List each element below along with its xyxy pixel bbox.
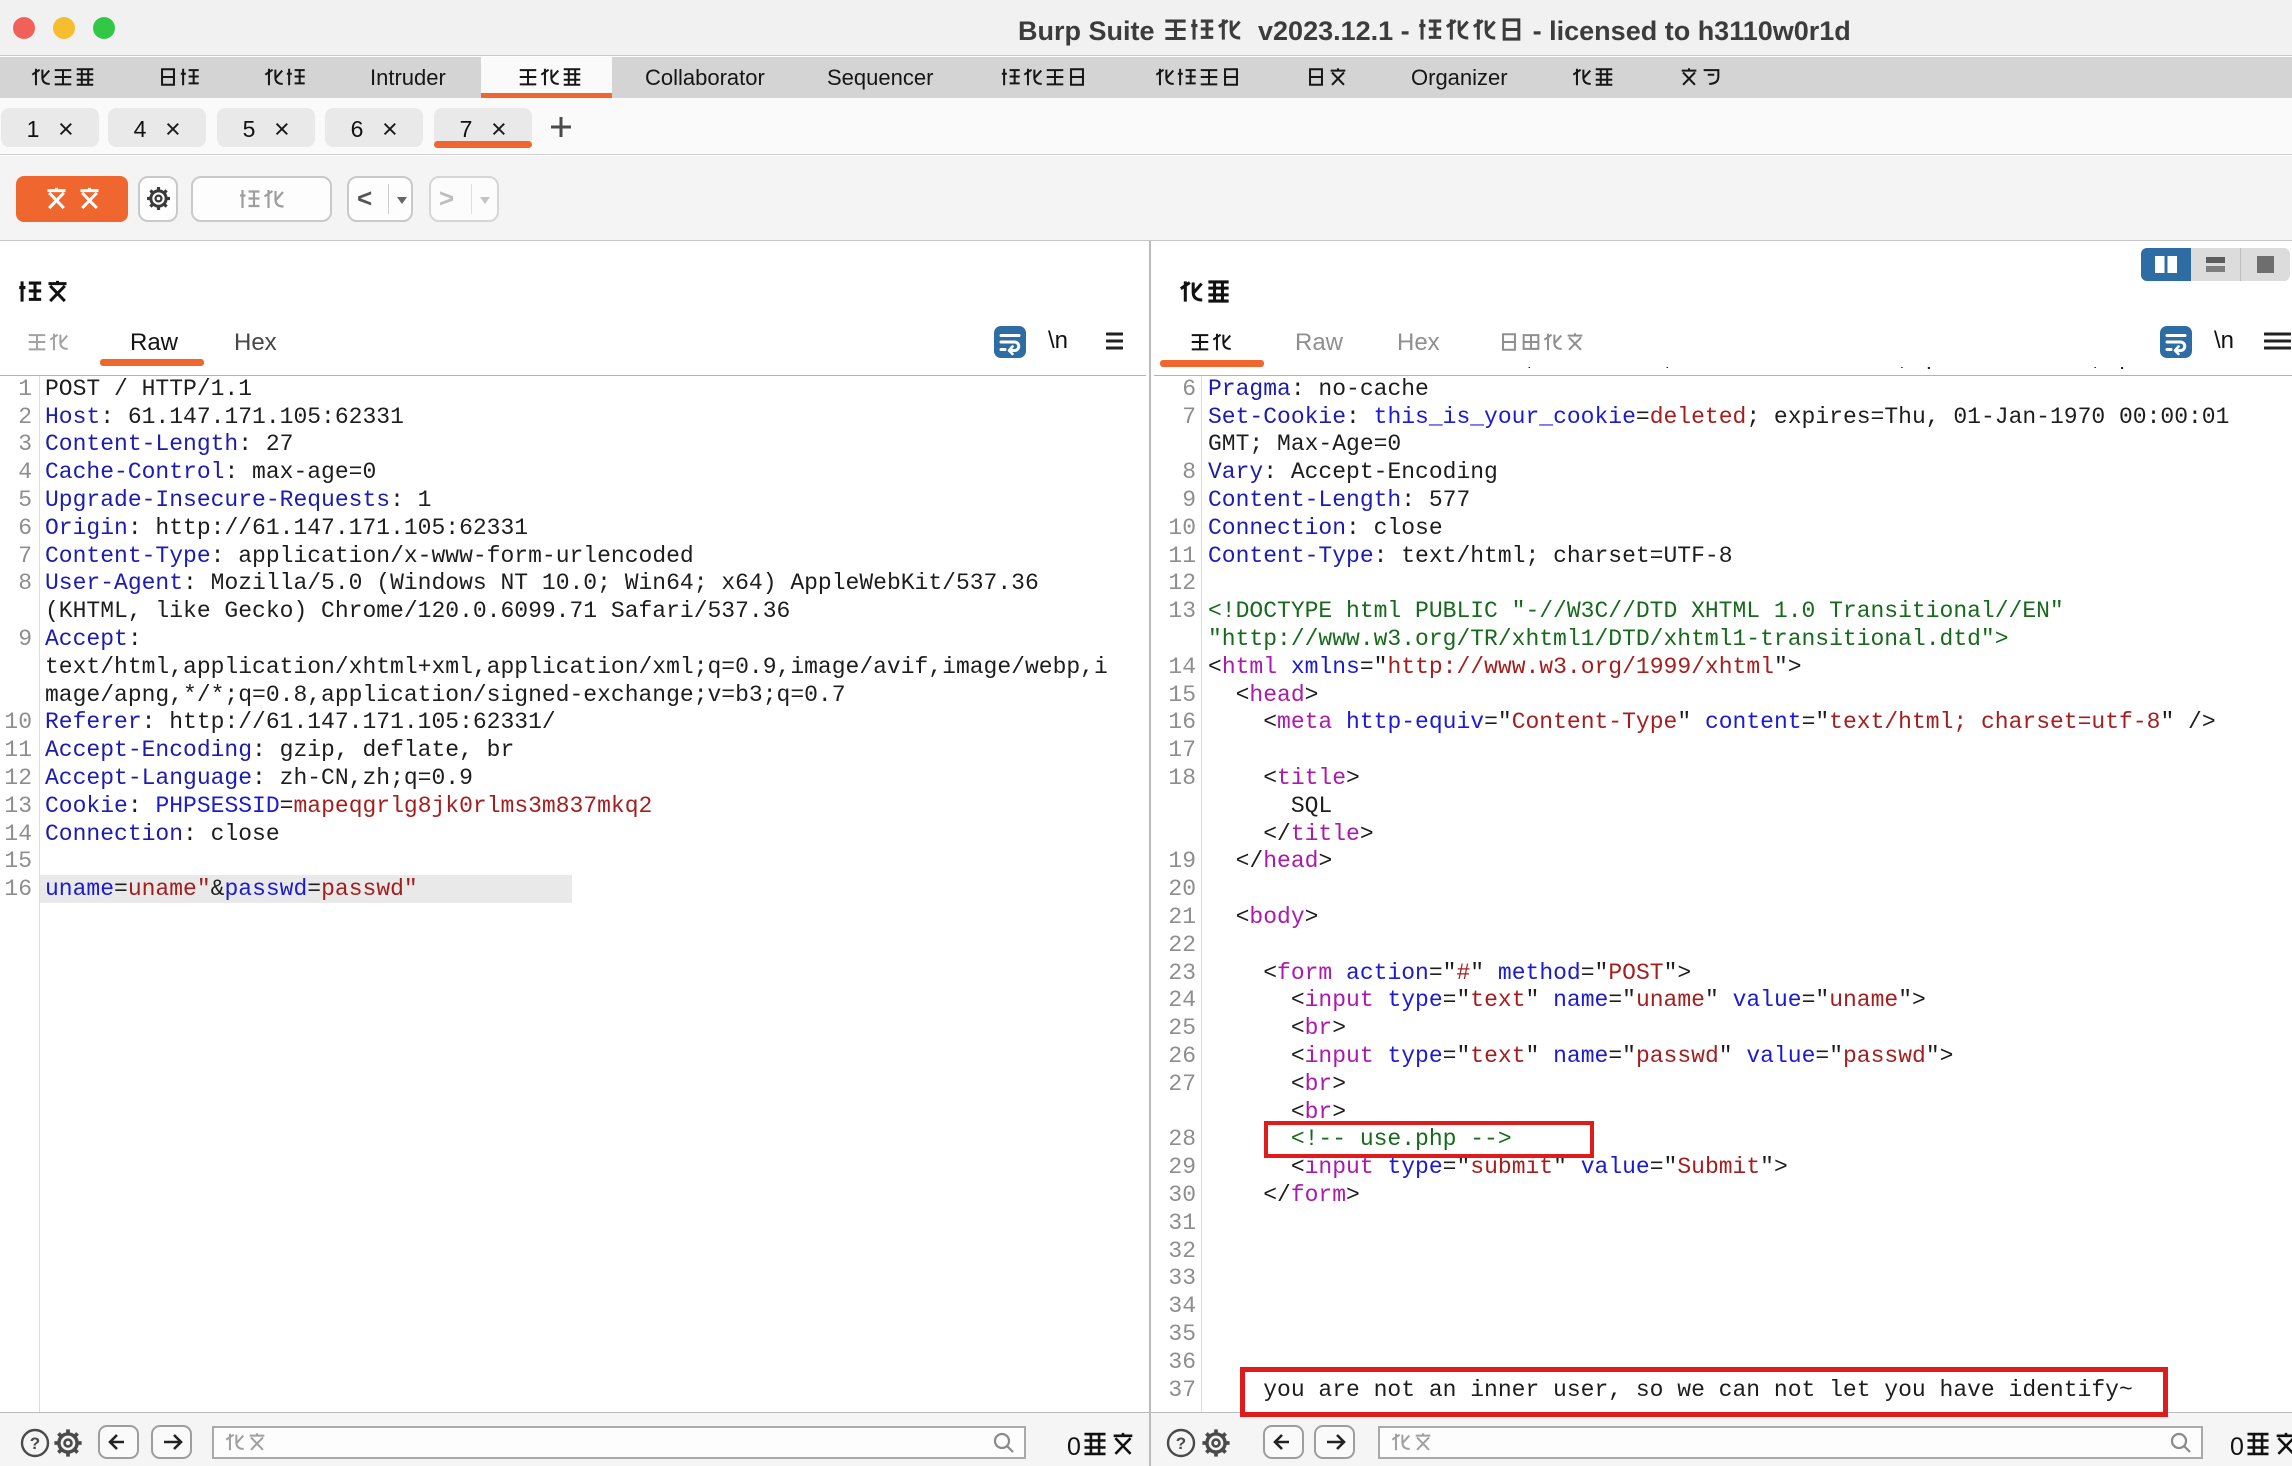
svg-text:?: ? bbox=[1176, 1434, 1186, 1453]
svg-text:?: ? bbox=[30, 1434, 40, 1453]
